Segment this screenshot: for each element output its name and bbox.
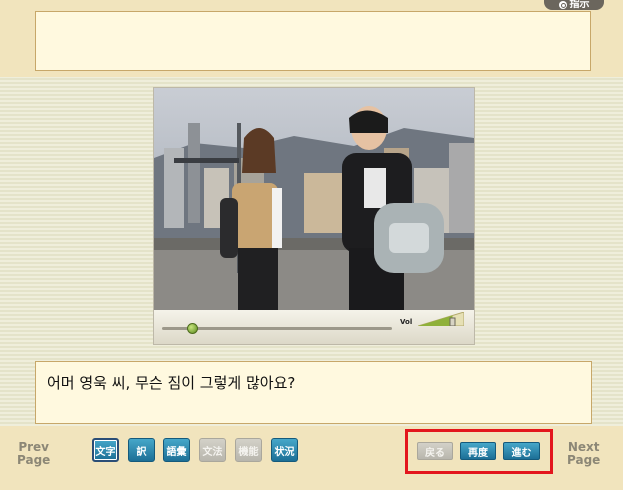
mode-button-situation[interactable]: 状況	[271, 438, 298, 462]
magnifier-icon	[558, 1, 567, 9]
hint-label: 指示	[569, 0, 590, 10]
forward-button[interactable]: 進む	[503, 442, 540, 460]
mode-button-function[interactable]: 機能	[235, 438, 262, 462]
seek-handle[interactable]	[186, 323, 198, 334]
volume-handle[interactable]	[449, 317, 456, 326]
prev-page-line2: Page	[17, 453, 51, 467]
subtitle-box: 어머 영욱 씨, 무슨 짐이 그렇게 많아요?	[35, 361, 592, 424]
volume-label: Vol	[400, 318, 413, 326]
mode-button-vocabulary[interactable]: 語彙	[163, 438, 190, 462]
video-scene-image	[154, 88, 474, 310]
mode-button-translation[interactable]: 訳	[128, 438, 155, 462]
mode-button-text[interactable]: 文字	[92, 438, 119, 462]
next-page-line2: Page	[567, 453, 601, 467]
instruction-box	[35, 11, 591, 71]
next-page-link[interactable]: Next Page	[567, 441, 600, 467]
prev-page-link[interactable]: Prev Page	[17, 441, 50, 467]
replay-button[interactable]: 再度	[460, 442, 496, 460]
video-frame[interactable]	[154, 88, 474, 310]
player-controls: Vol	[154, 310, 474, 344]
subtitle-text: 어머 영욱 씨, 무슨 짐이 그렇게 많아요?	[47, 374, 296, 392]
mode-button-grammar[interactable]: 文法	[199, 438, 226, 462]
video-player: Vol	[153, 87, 475, 345]
volume-slider[interactable]	[418, 312, 464, 326]
hint-button[interactable]: 指示	[544, 0, 604, 10]
back-button[interactable]: 戻る	[417, 442, 453, 460]
